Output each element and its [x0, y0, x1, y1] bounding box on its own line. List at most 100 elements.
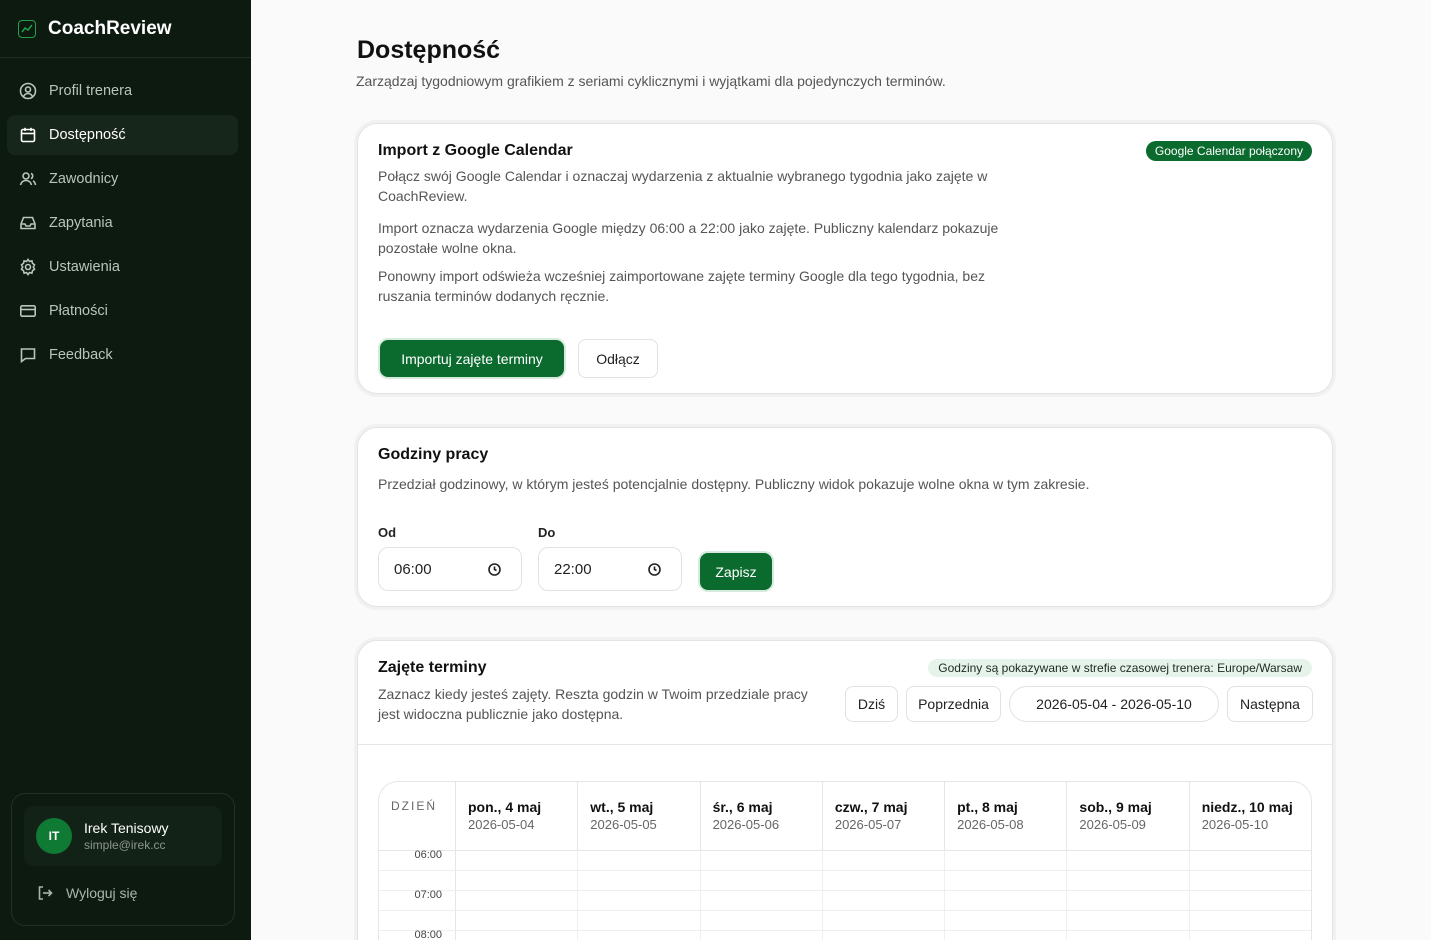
day-name: wt., 5 maj	[590, 799, 654, 815]
google-import-text-3: Ponowny import odświeża wcześniej zaimpo…	[378, 268, 985, 304]
calendar-slot[interactable]	[1067, 931, 1190, 940]
calendar-slot[interactable]	[945, 851, 1068, 870]
calendar-slot[interactable]	[578, 911, 701, 930]
inbox-icon	[19, 214, 37, 232]
working-hours-card: Godziny pracy Przedział godzinowy, w któ…	[357, 427, 1333, 607]
time-label: 06:00	[379, 850, 456, 870]
today-button[interactable]: Dziś	[845, 686, 898, 722]
gear-icon	[19, 258, 37, 276]
day-header: śr., 6 maj 2026-05-06	[701, 782, 823, 850]
user-name: Irek Tenisowy	[84, 820, 169, 836]
calendar-slot[interactable]	[1190, 871, 1311, 890]
day-name: niedz., 10 maj	[1201, 799, 1293, 815]
to-label: Do	[538, 525, 556, 540]
day-column-header: DZIEŃ	[379, 782, 456, 850]
brand[interactable]: CoachReview	[0, 0, 251, 58]
calendar-slot[interactable]	[1190, 891, 1311, 910]
calendar-slot[interactable]	[456, 931, 579, 940]
calendar-slot[interactable]	[456, 891, 579, 910]
user-profile[interactable]: IT Irek Tenisowy simple@irek.cc	[24, 806, 222, 866]
user-email: simple@irek.cc	[84, 838, 166, 852]
calendar-slot[interactable]	[578, 931, 701, 940]
busy-slots-text: Zaznacz kiedy jesteś zajęty. Reszta godz…	[378, 686, 808, 722]
google-import-text-1: Połącz swój Google Calendar i oznaczaj w…	[378, 168, 988, 204]
calendar-time-row: 07:00	[379, 890, 1311, 911]
sidebar-item-availability[interactable]: Dostępność	[7, 115, 238, 155]
calendar-slot[interactable]	[1067, 851, 1190, 870]
calendar-slot[interactable]	[701, 851, 823, 870]
sidebar-item-label: Dostępność	[49, 127, 126, 143]
calendar-slot[interactable]	[1067, 871, 1190, 890]
calendar-slot[interactable]	[945, 931, 1068, 940]
main-content: Dostępność Zarządzaj tygodniowym grafiki…	[251, 0, 1431, 940]
page-title: Dostępność	[357, 36, 501, 64]
sidebar-item-inquiries[interactable]: Zapytania	[7, 203, 238, 243]
next-week-button[interactable]: Następna	[1227, 686, 1313, 722]
calendar-slot[interactable]	[1067, 891, 1190, 910]
page-subtitle: Zarządzaj tygodniowym grafikiem z seriam…	[356, 73, 946, 89]
save-hours-button[interactable]: Zapisz	[700, 553, 772, 590]
calendar-slot[interactable]	[823, 931, 946, 940]
from-time-value: 06:00	[394, 560, 432, 578]
google-import-title: Import z Google Calendar	[378, 142, 573, 159]
calendar-time-row	[379, 871, 1311, 891]
calendar-slot[interactable]	[701, 911, 823, 930]
day-name: czw., 7 maj	[834, 799, 908, 815]
day-date: 2026-05-07	[834, 817, 902, 832]
calendar-slot[interactable]	[823, 891, 946, 910]
disconnect-button[interactable]: Odłącz	[578, 339, 658, 378]
calendar-header: DZIEŃ pon., 4 maj 2026-05-04 wt., 5 maj 20…	[379, 782, 1311, 851]
week-range-button[interactable]: 2026-05-04 - 2026-05-10	[1009, 686, 1219, 722]
calendar-slot[interactable]	[578, 891, 701, 910]
working-hours-title: Godziny pracy	[378, 446, 489, 463]
calendar-slot[interactable]	[456, 871, 579, 890]
day-name: sob., 9 maj	[1079, 799, 1152, 815]
day-date: 2026-05-05	[590, 817, 657, 832]
user-card: IT Irek Tenisowy simple@irek.cc Wyloguj …	[11, 793, 235, 926]
sidebar: CoachReview Profil trenera Dostępność Za…	[0, 0, 251, 940]
from-label: Od	[378, 525, 397, 540]
calendar-slot[interactable]	[823, 871, 946, 890]
calendar-slot[interactable]	[456, 851, 579, 870]
avatar: IT	[36, 818, 72, 854]
sidebar-item-settings[interactable]: Ustawienia	[7, 247, 238, 287]
sidebar-item-feedback[interactable]: Feedback	[7, 335, 238, 375]
logout-button[interactable]: Wyloguj się	[24, 884, 222, 902]
day-header: pt., 8 maj 2026-05-08	[945, 782, 1068, 850]
calendar-slot[interactable]	[1067, 911, 1190, 930]
day-header: czw., 7 maj 2026-05-07	[823, 782, 946, 850]
calendar-slot[interactable]	[945, 871, 1068, 890]
busy-slots-card: Zajęte terminy Godziny są pokazywane w s…	[357, 640, 1333, 940]
from-time-input[interactable]: 06:00	[378, 547, 522, 591]
calendar-slot[interactable]	[823, 851, 946, 870]
calendar-time-row: 08:00	[379, 930, 1311, 940]
app-name: CoachReview	[48, 17, 172, 39]
calendar-slot[interactable]	[578, 851, 701, 870]
chart-line-icon	[18, 19, 36, 38]
sidebar-item-players[interactable]: Zawodnicy	[7, 159, 238, 199]
sidebar-item-profile[interactable]: Profil trenera	[7, 71, 238, 111]
logout-icon	[38, 886, 53, 900]
calendar-slot[interactable]	[1190, 911, 1311, 930]
calendar-slot[interactable]	[823, 911, 946, 930]
import-busy-button[interactable]: Importuj zajęte terminy	[380, 340, 564, 377]
calendar-slot[interactable]	[945, 911, 1068, 930]
previous-week-button[interactable]: Poprzednia	[906, 686, 1001, 722]
sidebar-item-payments[interactable]: Płatności	[7, 291, 238, 331]
calendar-slot[interactable]	[456, 911, 579, 930]
day-header: niedz., 10 maj 2026-05-10	[1190, 782, 1311, 850]
to-time-input[interactable]: 22:00	[538, 547, 682, 591]
divider	[358, 744, 1332, 745]
calendar-slot[interactable]	[701, 931, 823, 940]
user-circle-icon	[19, 82, 37, 100]
day-name: pon., 4 maj	[468, 799, 542, 815]
calendar-time-row	[379, 911, 1311, 931]
calendar-slot[interactable]	[578, 871, 701, 890]
day-header: pon., 4 maj 2026-05-04	[456, 782, 579, 850]
calendar-slot[interactable]	[945, 891, 1068, 910]
calendar-slot[interactable]	[701, 871, 823, 890]
calendar-slot[interactable]	[701, 891, 823, 910]
calendar-slot[interactable]	[1190, 851, 1311, 870]
calendar-slot[interactable]	[1190, 931, 1311, 940]
google-import-text-2: Import oznacza wydarzenia Google między …	[378, 220, 999, 256]
